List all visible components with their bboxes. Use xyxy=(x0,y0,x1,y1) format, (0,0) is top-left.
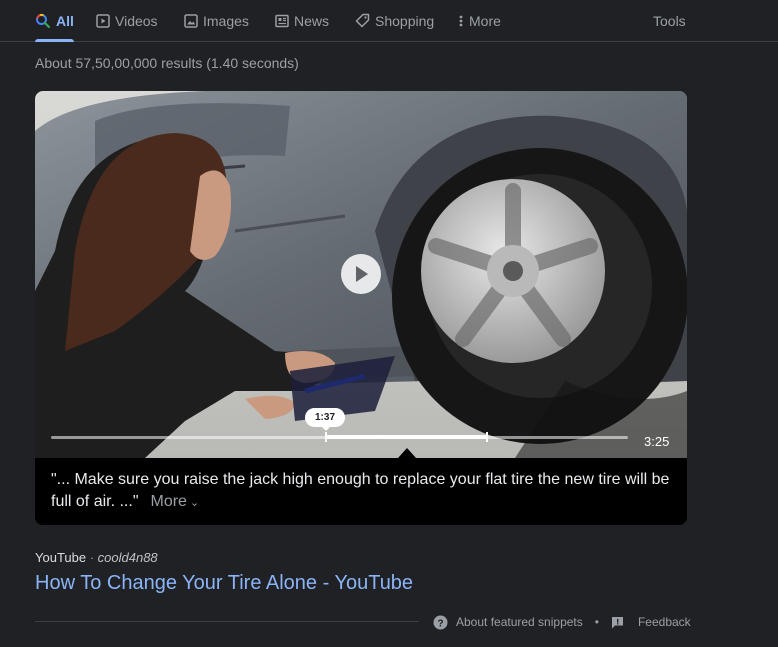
timestamp-badge: 1:37 xyxy=(305,408,345,431)
tools-label: Tools xyxy=(653,12,686,29)
source-author: coold4n88 xyxy=(97,550,158,565)
tab-images-label: Images xyxy=(203,12,249,29)
more-label: More xyxy=(150,493,187,510)
chevron-down-icon: ⌄ xyxy=(189,497,200,509)
tab-videos-label: Videos xyxy=(115,12,158,29)
video-duration: 3:25 xyxy=(644,434,670,449)
divider xyxy=(35,621,419,622)
feedback-icon xyxy=(611,616,624,629)
video-caption: "... Make sure you raise the jack high e… xyxy=(35,458,687,525)
search-icon xyxy=(35,13,51,29)
svg-text:?: ? xyxy=(437,618,443,629)
feedback-link[interactable]: Feedback xyxy=(611,615,691,629)
clip-segment xyxy=(325,432,488,442)
source-site: YouTube xyxy=(35,550,87,565)
tab-all[interactable]: All xyxy=(35,0,74,42)
tab-videos[interactable]: Videos xyxy=(96,0,158,41)
about-featured-snippets-link[interactable]: ? About featured snippets xyxy=(433,615,583,630)
tab-more-label: More xyxy=(469,12,501,29)
about-featured-snippets-label: About featured snippets xyxy=(456,615,583,629)
help-icon: ? xyxy=(433,615,448,630)
caption-text: "... Make sure you raise the jack high e… xyxy=(51,471,670,510)
footer-separator: • xyxy=(594,615,599,629)
source-separator: · xyxy=(86,550,98,565)
video-icon xyxy=(96,13,110,28)
play-button[interactable] xyxy=(341,254,381,294)
result-stats: About 57,50,00,000 results (1.40 seconds… xyxy=(35,55,299,71)
more-button[interactable]: More ⌄ xyxy=(151,493,200,510)
caption-pointer xyxy=(398,448,416,458)
search-tabs: All Videos Images News Shopping More Too… xyxy=(0,0,778,42)
more-vert-icon xyxy=(458,14,464,28)
tab-more[interactable]: More xyxy=(458,0,501,41)
tab-news[interactable]: News xyxy=(275,0,329,41)
seek-bar[interactable] xyxy=(51,432,628,442)
tab-images[interactable]: Images xyxy=(184,0,249,41)
result-source: YouTube · coold4n88 xyxy=(35,550,158,565)
result-title-link[interactable]: How To Change Your Tire Alone - YouTube xyxy=(35,572,413,595)
tab-news-label: News xyxy=(294,12,330,29)
tag-icon xyxy=(355,13,370,28)
tab-all-label: All xyxy=(56,12,74,29)
tab-shopping-label: Shopping xyxy=(375,12,435,29)
image-icon xyxy=(184,13,198,28)
play-icon xyxy=(356,266,368,282)
tools-button[interactable]: Tools xyxy=(653,0,686,41)
snippet-footer: ? About featured snippets • Feedback xyxy=(433,613,691,631)
feedback-label: Feedback xyxy=(637,615,691,629)
tab-shopping[interactable]: Shopping xyxy=(355,0,434,41)
news-icon xyxy=(275,14,289,28)
video-player[interactable]: 1:37 3:25 "... Make sure you raise the j… xyxy=(35,91,687,525)
